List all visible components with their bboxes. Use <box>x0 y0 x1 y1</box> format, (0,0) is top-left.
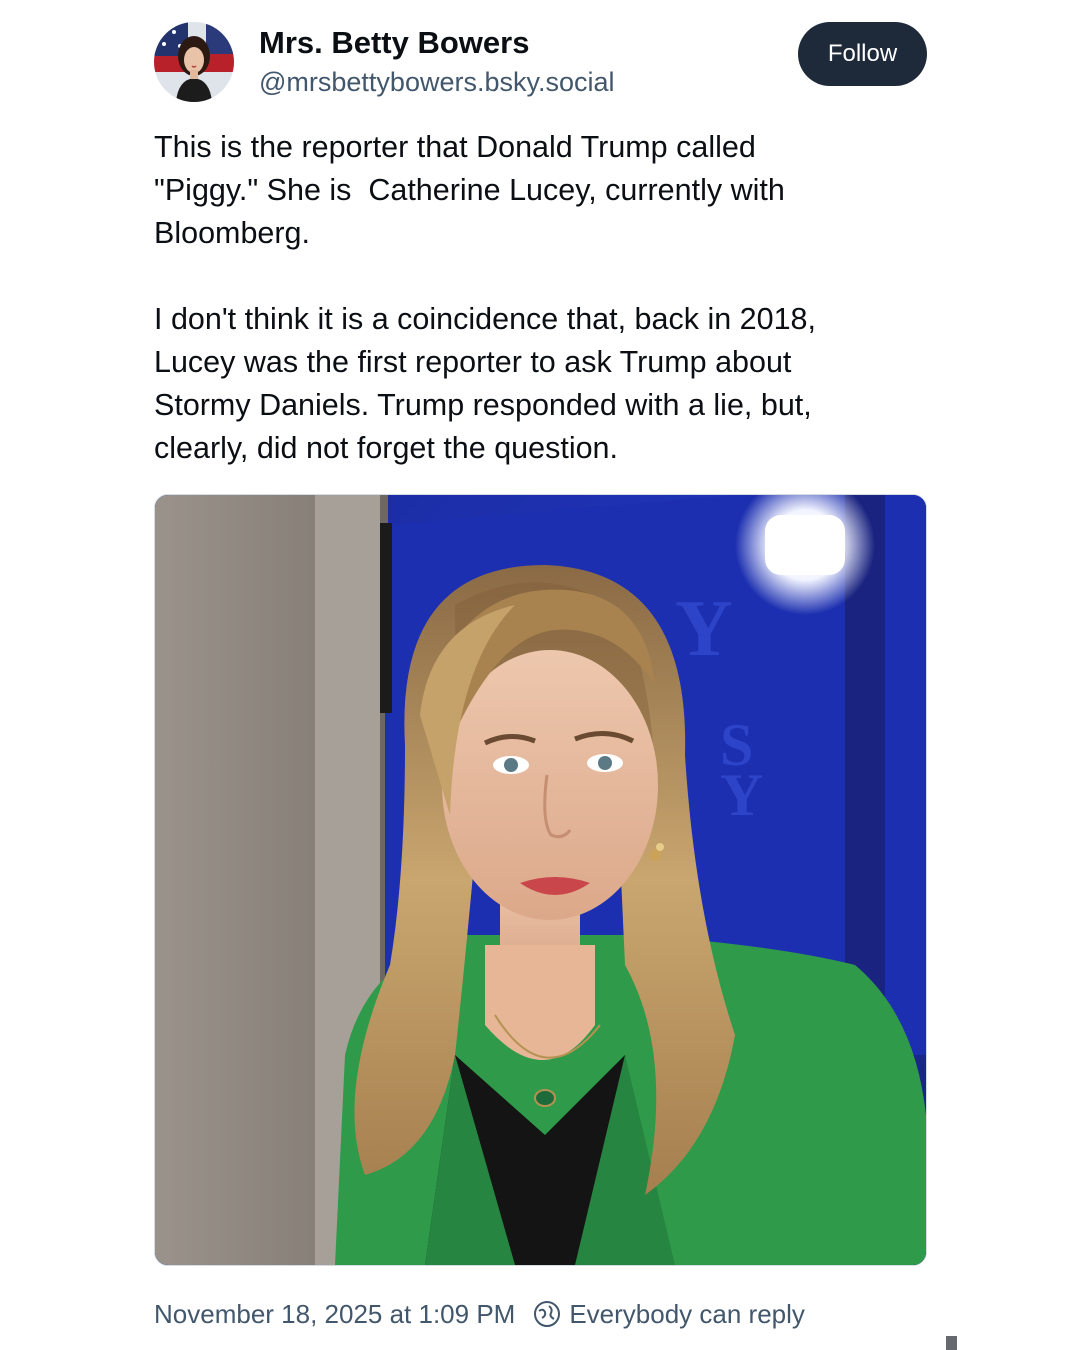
follow-button[interactable]: Follow <box>798 22 927 86</box>
post-body: This is the reporter that Donald Trump c… <box>154 126 927 513</box>
portrait-photo: Y S Y <box>155 495 926 1265</box>
post-timestamp[interactable]: November 18, 2025 at 1:09 PM <box>154 1299 515 1330</box>
post-header: Mrs. Betty Bowers @mrsbettybowers.bsky.s… <box>154 20 927 104</box>
post-line: I don't think it is a coincidence that, … <box>154 302 816 336</box>
svg-text:Y: Y <box>720 762 763 828</box>
reply-setting[interactable]: Everybody can reply <box>533 1299 805 1330</box>
author-avatar[interactable] <box>154 22 234 102</box>
author-handle[interactable]: @mrsbettybowers.bsky.social <box>259 62 615 102</box>
svg-text:Y: Y <box>675 585 733 673</box>
reply-setting-label: Everybody can reply <box>569 1298 805 1329</box>
post-line: clearly, did not forget the question. <box>154 431 618 465</box>
author-display-name[interactable]: Mrs. Betty Bowers <box>259 24 615 62</box>
author-names: Mrs. Betty Bowers @mrsbettybowers.bsky.s… <box>259 24 615 102</box>
post-image[interactable]: Y S Y <box>154 494 927 1266</box>
post-line: Stormy Daniels. Trump responded with a l… <box>154 388 812 422</box>
avatar-image <box>154 22 234 102</box>
globe-icon <box>533 1300 561 1328</box>
post-line: Lucey was the first reporter to ask Trum… <box>154 345 792 379</box>
post-meta: November 18, 2025 at 1:09 PM Everybody c… <box>154 1294 805 1334</box>
post-paragraph-1: This is the reporter that Donald Trump c… <box>154 126 927 255</box>
post-card: Mrs. Betty Bowers @mrsbettybowers.bsky.s… <box>154 0 927 1350</box>
post-line: Bloomberg. <box>154 216 310 250</box>
post-line: This is the reporter that Donald Trump c… <box>154 130 756 164</box>
post-line: "Piggy." She is Catherine Lucey, current… <box>154 173 785 207</box>
post-paragraph-2: I don't think it is a coincidence that, … <box>154 298 927 470</box>
scroll-indicator <box>946 1336 957 1350</box>
